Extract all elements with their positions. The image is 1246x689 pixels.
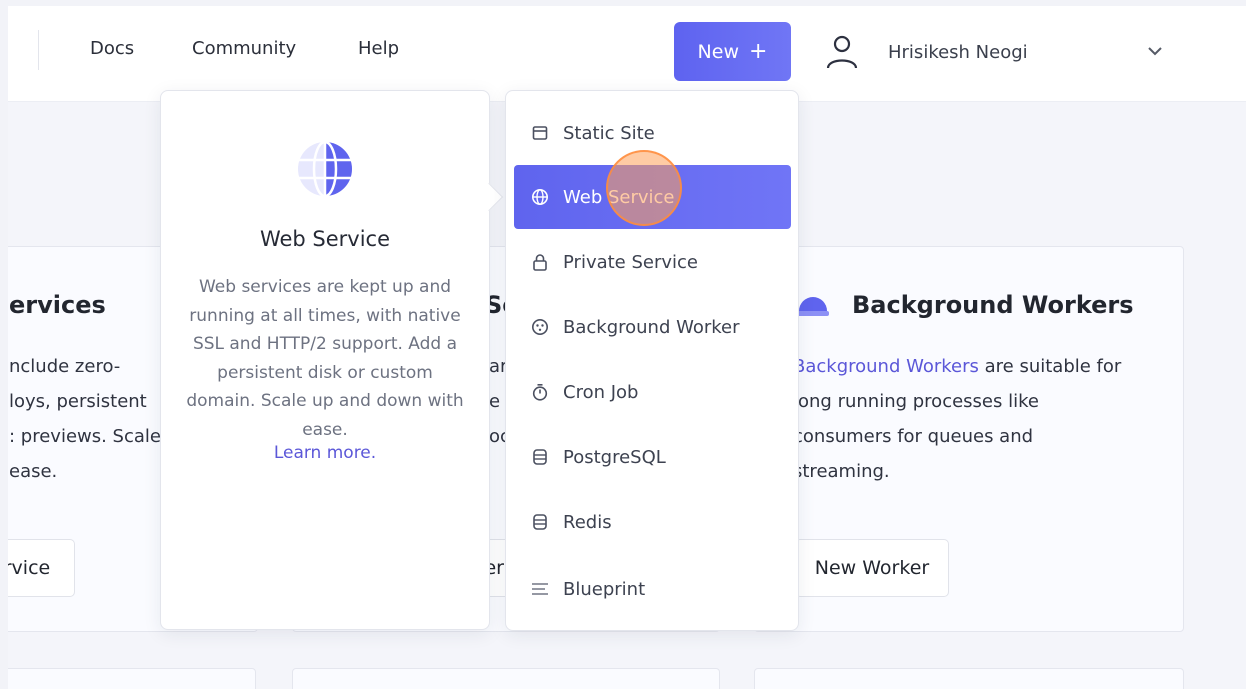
background-workers-line: streaming.	[793, 461, 890, 482]
database-icon	[530, 447, 550, 467]
app-window: Docs Community Help New + Hrisikesh Neog…	[8, 6, 1246, 689]
menu-item-label: Web Service	[563, 186, 675, 208]
new-service-button[interactable]: rvice	[8, 539, 75, 597]
menu-item-label: Private Service	[563, 251, 698, 273]
card-stub	[292, 668, 720, 689]
background-workers-line: Background Workers are suitable for	[793, 349, 1121, 384]
plus-icon: +	[749, 38, 768, 64]
user-menu[interactable]: Hrisikesh Neogi	[810, 20, 1204, 84]
menu-item-blueprint[interactable]: Blueprint	[514, 557, 791, 621]
popover-arrow	[474, 182, 504, 212]
web-service-info-popover: Web Service Web services are kept up and…	[160, 90, 504, 630]
globe-icon	[298, 140, 352, 198]
menu-item-label: Redis	[563, 511, 612, 533]
card-stub	[8, 668, 256, 689]
nav-divider	[38, 30, 39, 70]
background-workers-line-text: are suitable for	[978, 356, 1122, 377]
menu-item-label: Background Worker	[563, 316, 740, 338]
menu-item-label: Static Site	[563, 122, 655, 144]
services-card-line: : previews. Scale	[9, 426, 161, 447]
worker-helmet-icon	[797, 297, 829, 316]
new-button[interactable]: New +	[674, 22, 791, 81]
menu-item-label: Blueprint	[563, 578, 646, 600]
menu-item-label: PostgreSQL	[563, 446, 666, 468]
top-nav: Docs Community Help New + Hrisikesh Neog…	[8, 6, 1246, 102]
nav-community-link[interactable]: Community	[192, 38, 296, 59]
menu-item-postgresql[interactable]: PostgreSQL	[514, 425, 791, 489]
blueprint-icon	[530, 579, 550, 599]
background-workers-card: Background Workers Background Workers ar…	[754, 246, 1184, 632]
menu-item-cron-job[interactable]: Cron Job	[514, 360, 791, 424]
stopwatch-icon	[530, 382, 550, 402]
background-workers-title: Background Workers	[852, 291, 1134, 319]
popover-description: Web services are kept up and running at …	[186, 277, 464, 440]
new-button-label: New	[697, 40, 739, 63]
background-workers-link[interactable]: Background Workers	[793, 356, 979, 377]
learn-more-link[interactable]: Learn more.	[161, 443, 489, 463]
menu-item-background-worker[interactable]: Background Worker	[514, 295, 791, 359]
database-icon	[530, 512, 550, 532]
private-services-card-line: e	[489, 391, 501, 412]
background-workers-line: long running processes like	[793, 391, 1039, 412]
background-workers-line: consumers for queues and	[793, 426, 1034, 447]
globe-icon	[530, 187, 550, 207]
menu-item-label: Cron Job	[563, 381, 639, 403]
services-card-title: ervices	[9, 291, 106, 319]
lock-icon	[530, 252, 550, 272]
user-avatar-icon	[810, 20, 874, 84]
static-site-icon	[530, 123, 550, 143]
menu-item-static-site[interactable]: Static Site	[514, 101, 791, 165]
popover-title: Web Service	[259, 227, 391, 251]
nav-docs-link[interactable]: Docs	[90, 38, 134, 59]
services-card-line: loys, persistent	[9, 391, 147, 412]
new-worker-button[interactable]: New Worker	[795, 539, 949, 597]
nav-help-link[interactable]: Help	[358, 38, 399, 59]
chevron-down-icon	[1148, 47, 1162, 56]
menu-item-redis[interactable]: Redis	[514, 490, 791, 554]
services-card-line: nclude zero-	[9, 356, 121, 377]
new-dropdown-menu: Static Site Web Service Private Service …	[505, 90, 799, 631]
services-card-line: ease.	[9, 461, 58, 482]
worker-icon	[530, 317, 550, 337]
user-name: Hrisikesh Neogi	[888, 41, 1028, 63]
menu-item-private-service[interactable]: Private Service	[514, 230, 791, 294]
menu-item-web-service[interactable]: Web Service	[514, 165, 791, 229]
card-stub	[754, 668, 1184, 689]
